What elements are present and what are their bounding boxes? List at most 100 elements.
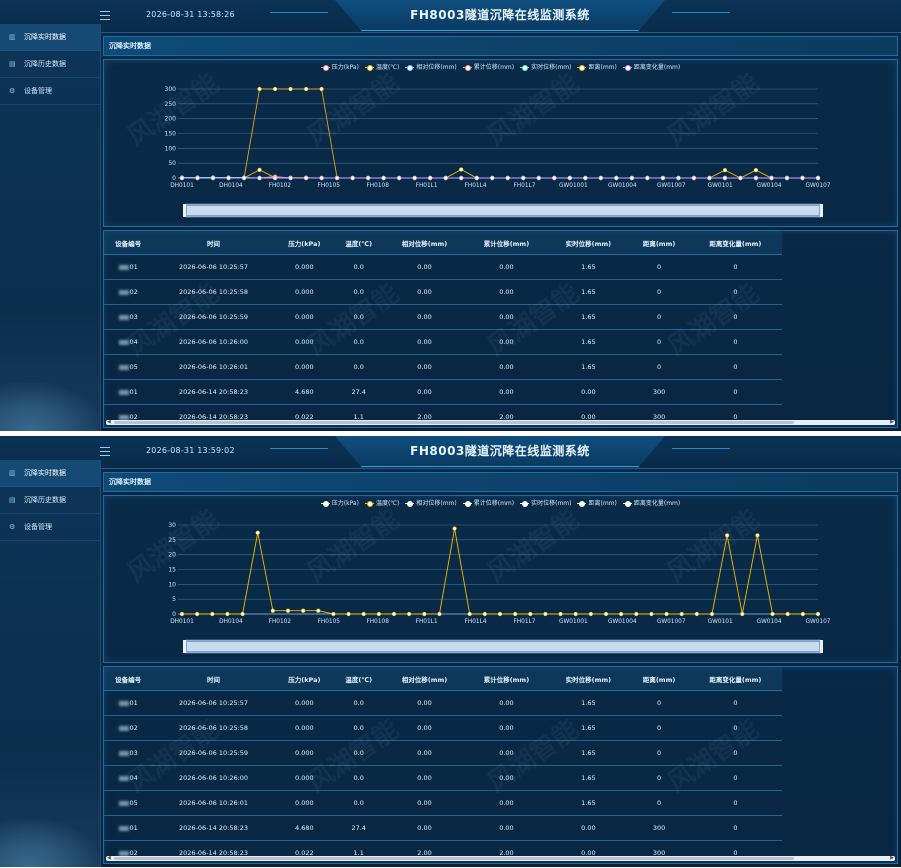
horizontal-scrollbar[interactable]: ◀ ▶ [106,856,895,861]
data-point[interactable] [319,175,324,181]
data-point[interactable] [567,175,572,181]
data-point[interactable] [422,611,427,617]
data-point[interactable] [800,175,805,181]
data-point[interactable] [645,175,650,181]
data-zoom-window[interactable] [187,642,819,651]
data-point[interactable] [598,175,603,181]
data-point[interactable] [614,175,619,181]
data-point[interactable] [558,611,563,617]
data-point[interactable] [179,175,185,181]
sidebar-item-devices[interactable]: ⚙ 设备管理 [0,78,100,105]
data-point[interactable] [346,611,351,617]
data-point[interactable] [482,611,487,617]
data-point[interactable] [350,175,355,181]
scroll-right-icon[interactable]: ▶ [890,856,894,861]
data-point[interactable] [376,611,381,617]
data-point[interactable] [629,175,634,181]
data-point[interactable] [800,611,805,617]
data-point[interactable] [303,86,309,92]
data-point[interactable] [319,86,324,92]
data-zoom-window[interactable] [187,206,819,215]
zoom-handle-right[interactable] [820,640,823,653]
menu-toggle-icon[interactable] [100,447,110,456]
data-point[interactable] [412,175,417,181]
zoom-handle-left[interactable] [183,204,186,217]
data-point[interactable] [694,611,699,617]
data-point[interactable] [335,175,340,181]
data-point[interactable] [722,175,728,181]
data-point[interactable] [573,611,578,617]
data-point[interactable] [709,611,715,617]
data-point[interactable] [257,167,262,172]
data-point[interactable] [770,611,775,617]
data-point[interactable] [452,526,457,531]
data-point[interactable] [285,608,291,613]
data-point[interactable] [543,611,548,617]
scroll-right-icon[interactable]: ▶ [890,420,894,425]
data-point[interactable] [691,175,697,181]
data-point[interactable] [288,175,293,181]
data-point[interactable] [288,86,293,92]
data-point[interactable] [603,611,609,617]
horizontal-scrollbar[interactable]: ◀ ▶ [106,420,895,425]
data-point[interactable] [316,608,321,613]
zoom-handle-right[interactable] [820,204,823,217]
data-point[interactable] [366,175,371,181]
scroll-left-icon[interactable]: ◀ [107,856,111,861]
data-point[interactable] [490,175,495,181]
data-point[interactable] [391,611,397,617]
sidebar-item-devices[interactable]: ⚙ 设备管理 [0,514,100,541]
data-point[interactable] [753,168,759,173]
menu-toggle-icon[interactable] [100,11,110,20]
data-point[interactable] [815,611,821,617]
data-point[interactable] [784,175,790,181]
data-point[interactable] [210,175,216,181]
data-point[interactable] [179,611,185,617]
data-point[interactable] [785,611,790,617]
data-point[interactable] [528,611,533,617]
data-point[interactable] [241,175,247,181]
sidebar-item-history[interactable]: ▤ 沉降历史数据 [0,51,100,78]
data-point[interactable] [443,175,448,181]
data-point[interactable] [240,611,245,617]
data-point[interactable] [619,611,624,617]
data-point[interactable] [474,175,479,181]
zoom-handle-left[interactable] [183,640,186,653]
data-point[interactable] [583,175,588,181]
data-point[interactable] [738,175,743,181]
scrollbar-thumb[interactable] [114,421,794,424]
data-point[interactable] [815,175,821,181]
data-point[interactable] [270,608,275,613]
data-point[interactable] [753,175,759,181]
data-point[interactable] [707,175,712,181]
data-point[interactable] [437,611,442,617]
data-point[interactable] [755,533,760,538]
data-point[interactable] [536,175,541,181]
data-point[interactable] [769,175,774,181]
data-point[interactable] [272,175,278,181]
data-point[interactable] [513,611,518,617]
data-point[interactable] [407,611,412,617]
data-point[interactable] [588,611,593,617]
data-point[interactable] [428,175,433,181]
data-point[interactable] [505,175,510,181]
data-point[interactable] [725,533,730,538]
data-point[interactable] [679,611,684,617]
sidebar-item-realtime[interactable]: ▥ 沉降实时数据 [0,24,100,51]
data-point[interactable] [634,611,639,617]
data-point[interactable] [195,611,200,617]
data-point[interactable] [497,611,503,617]
data-point[interactable] [257,86,262,92]
data-point[interactable] [722,168,728,173]
data-point[interactable] [649,611,654,617]
data-point[interactable] [467,611,472,617]
data-point[interactable] [272,86,278,92]
data-point[interactable] [397,175,402,181]
data-point[interactable] [210,611,215,617]
data-point[interactable] [664,611,669,617]
data-point[interactable] [740,611,745,617]
data-point[interactable] [331,611,336,617]
scroll-left-icon[interactable]: ◀ [107,420,111,425]
data-point[interactable] [552,175,557,181]
data-point[interactable] [459,167,464,172]
